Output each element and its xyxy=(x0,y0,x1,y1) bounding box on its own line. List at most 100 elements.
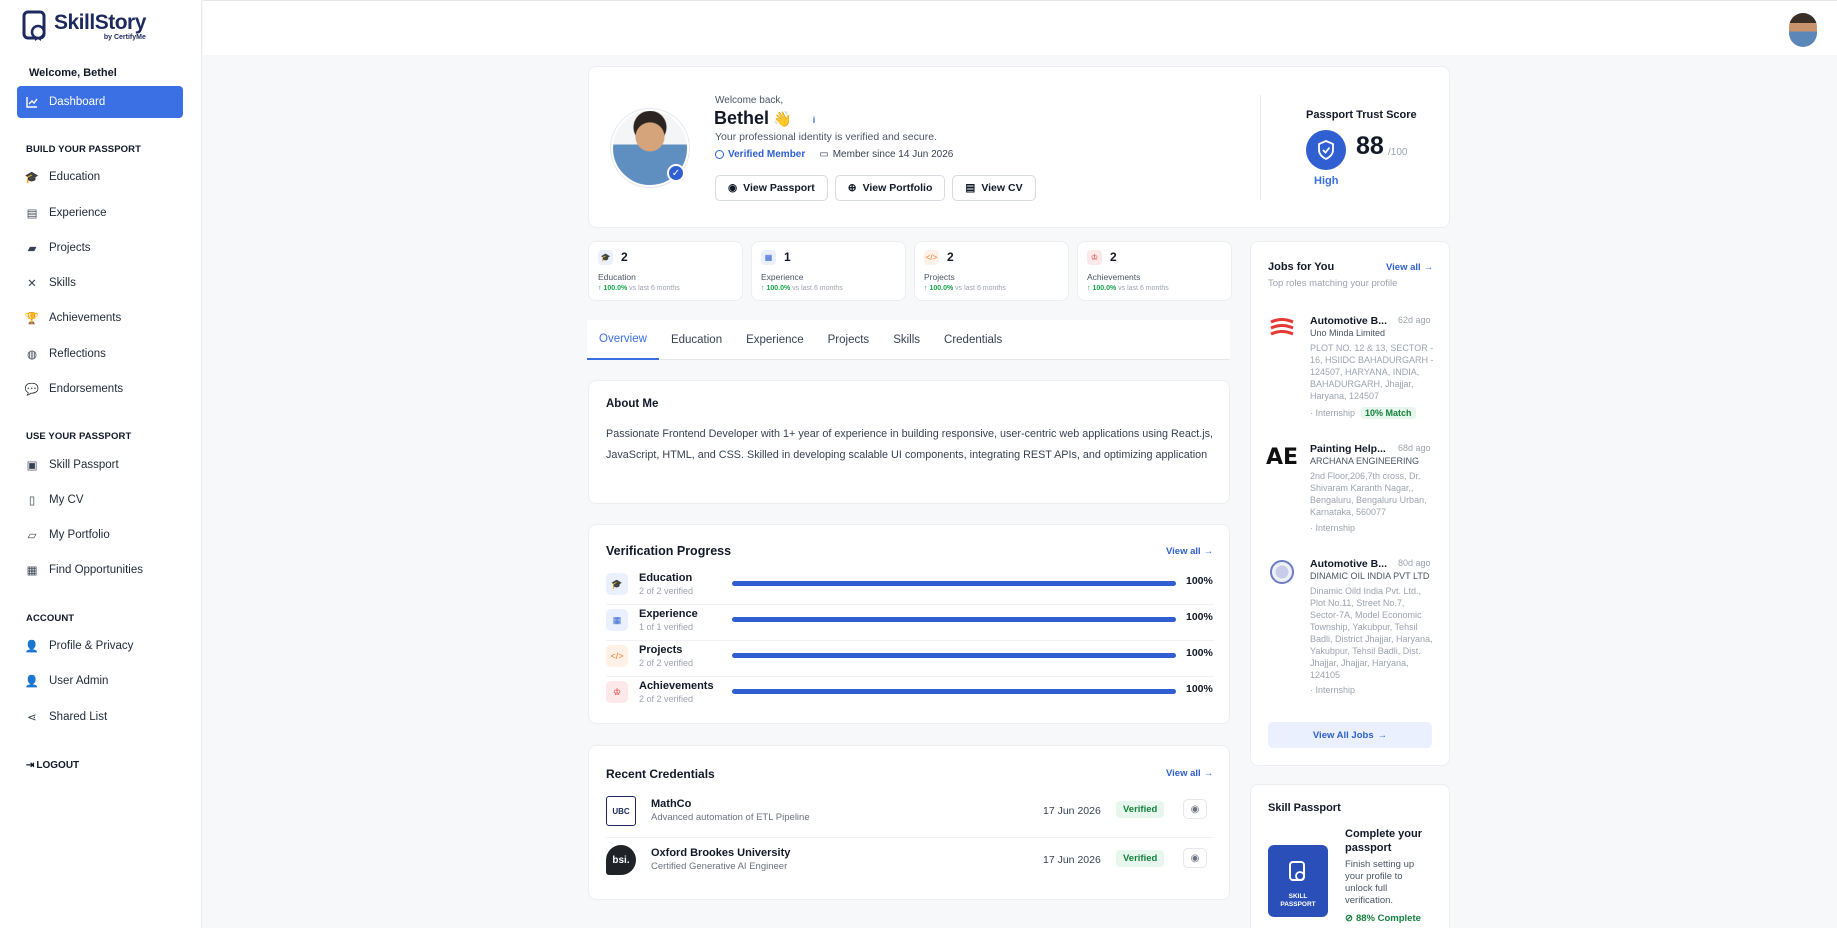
trust-level: High xyxy=(1314,175,1339,187)
verification-view-all[interactable]: View all → xyxy=(1166,546,1213,557)
stat-label: Education xyxy=(598,272,636,282)
nav-find-opportunities[interactable]: ▦ Find Opportunities xyxy=(17,554,183,586)
credential-name: Oxford Brookes University xyxy=(651,847,791,859)
verified-label: Verified Member xyxy=(728,149,806,160)
stat-trend: ↑ 100.0% vs last 6 months xyxy=(924,285,1006,292)
view-all-jobs-button[interactable]: View All Jobs → xyxy=(1268,722,1432,748)
file-icon: ▯ xyxy=(28,495,36,507)
info-icon[interactable]: i xyxy=(808,114,820,126)
job-title: Painting Help... xyxy=(1310,443,1386,455)
share-icon: ⋖ xyxy=(27,712,37,724)
nav-label: Find Opportunities xyxy=(49,564,143,576)
stat-trend: ↑ 100.0% vs last 6 months xyxy=(598,285,680,292)
profile-meta: Verified Member ▭ Member since 14 Jun 202… xyxy=(715,149,953,160)
btn-label: View All Jobs xyxy=(1312,729,1374,741)
wave-icon: 👋 xyxy=(773,110,792,128)
job-age: 68d ago xyxy=(1398,443,1431,453)
briefcase-icon: ▦ xyxy=(761,250,776,265)
nav-shared-list[interactable]: ⋖ Shared List xyxy=(17,701,183,733)
nav-projects[interactable]: ▰ Projects xyxy=(17,232,183,264)
logo[interactable]: SkillStory by CertifyMe xyxy=(22,10,146,42)
nav-reflections[interactable]: ◍ Reflections xyxy=(17,338,183,370)
credential-row[interactable]: bsi. Oxford Brookes University Certified… xyxy=(606,839,1214,887)
trophy-icon: 🏆 xyxy=(24,313,40,325)
verification-card: Verification Progress View all → 🎓 Educat… xyxy=(588,524,1230,724)
nav-endorsements[interactable]: 💬 Endorsements xyxy=(17,373,183,405)
nav-experience[interactable]: ▤ Experience xyxy=(17,197,183,229)
tab-education[interactable]: Education xyxy=(659,320,734,360)
graduation-cap-icon: 🎓 xyxy=(606,573,628,595)
member-since: ▭ Member since 14 Jun 2026 xyxy=(819,149,953,160)
section-use: USE YOUR PASSPORT xyxy=(26,431,132,442)
jobs-card: Jobs for You View all → Top roles matchin… xyxy=(1250,241,1450,766)
logout-button[interactable]: ⇥ LOGOUT xyxy=(26,760,79,771)
job-company: ARCHANA ENGINEERING xyxy=(1310,456,1420,466)
job-item[interactable]: Automotive B... 80d ago DINAMIC OIL INDI… xyxy=(1268,558,1436,698)
arrow-right-icon: → xyxy=(1203,768,1214,779)
view-portfolio-button[interactable]: ⊕ View Portfolio xyxy=(834,175,946,201)
tab-overview[interactable]: Overview xyxy=(587,320,659,360)
nav-achievements[interactable]: 🏆 Achievements xyxy=(17,302,183,334)
nav-my-portfolio[interactable]: ▱ My Portfolio xyxy=(17,519,183,551)
stat-num: 2 xyxy=(621,250,628,264)
stat-label: Achievements xyxy=(1087,272,1141,282)
passport-pct: 88% Complete xyxy=(1355,913,1421,924)
section-build: BUILD YOUR PASSPORT xyxy=(26,144,142,155)
vrow-name: Education xyxy=(639,572,693,584)
globe-icon: ⊕ xyxy=(847,182,857,194)
nav-label: My Portfolio xyxy=(49,529,110,541)
passport-card-image[interactable]: SKILL PASSPORT xyxy=(1268,845,1328,917)
vrow-name: Experience xyxy=(639,608,698,620)
credential-row[interactable]: UBC MathCo Advanced automation of ETL Pi… xyxy=(606,790,1214,838)
status-badge: Verified xyxy=(1116,850,1165,867)
view-passport-button[interactable]: ◉ View Passport xyxy=(715,175,828,201)
welcome-back: Welcome back, xyxy=(715,95,784,106)
jobs-title: Jobs for You xyxy=(1268,261,1335,273)
credentials-view-all[interactable]: View all → xyxy=(1166,768,1213,779)
stat-achievements[interactable]: ♔ 2 Achievements ↑ 100.0% vs last 6 mont… xyxy=(1077,241,1232,301)
eye-icon[interactable]: ◉ xyxy=(1183,799,1207,819)
tab-skills[interactable]: Skills xyxy=(881,320,932,360)
trophy-icon: ♔ xyxy=(606,681,628,703)
nav-label: Projects xyxy=(49,242,91,254)
nav-user-admin[interactable]: 👤 User Admin xyxy=(17,665,183,697)
stat-projects[interactable]: </> 2 Projects ↑ 100.0% vs last 6 months xyxy=(914,241,1069,301)
nav-dashboard[interactable]: Dashboard xyxy=(17,86,183,118)
stat-num: 2 xyxy=(1110,250,1117,264)
nav-my-cv[interactable]: ▯ My CV xyxy=(17,484,183,516)
jobs-view-all[interactable]: View all → xyxy=(1386,262,1433,273)
eye-icon[interactable]: ◉ xyxy=(1183,848,1207,868)
comments-icon: 💬 xyxy=(24,384,40,396)
job-tags: · Internship xyxy=(1310,523,1355,533)
passport-icon: ▣ xyxy=(26,460,38,472)
profile-hero-card: ✓ Welcome back, Bethel 👋 i Your professio… xyxy=(588,66,1450,228)
progress-bar xyxy=(732,689,1176,694)
nav-education[interactable]: 🎓 Education xyxy=(17,161,183,193)
stat-experience[interactable]: ▦ 1 Experience ↑ 100.0% vs last 6 months xyxy=(751,241,906,301)
nav-profile-privacy[interactable]: 👤 Profile & Privacy xyxy=(17,630,183,662)
job-item[interactable]: AE Painting Help... 68d ago ARCHANA ENGI… xyxy=(1265,443,1436,533)
logo-mark-icon xyxy=(22,10,46,41)
welcome-text: Welcome, Bethel xyxy=(29,67,117,79)
progress-fill xyxy=(732,581,1176,586)
document-icon: ▤ xyxy=(965,182,976,194)
credential-name: MathCo xyxy=(651,798,692,810)
about-title: About Me xyxy=(606,398,659,410)
passport-progress: ⊘ 88% Complete xyxy=(1345,913,1421,924)
tab-credentials[interactable]: Credentials xyxy=(932,320,1014,360)
code-icon: </> xyxy=(606,645,628,667)
vrow-sub: 2 of 2 verified xyxy=(639,694,694,704)
logout-label: LOGOUT xyxy=(36,760,80,771)
stat-education[interactable]: 🎓 2 Education ↑ 100.0% vs last 6 months xyxy=(588,241,743,301)
job-item[interactable]: Automotive B... 62d ago Uno Minda Limite… xyxy=(1268,315,1436,420)
company-logo: AE xyxy=(1265,444,1299,470)
tab-projects[interactable]: Projects xyxy=(816,320,882,360)
about-text: Passionate Frontend Developer with 1+ ye… xyxy=(606,428,1214,461)
nav-skill-passport[interactable]: ▣ Skill Passport xyxy=(17,449,183,481)
progress-bar xyxy=(732,581,1176,586)
user-avatar[interactable] xyxy=(1789,13,1817,47)
nav-skills[interactable]: ✕ Skills xyxy=(17,267,183,299)
arrow-up-icon: ↑ xyxy=(598,285,602,292)
tab-experience[interactable]: Experience xyxy=(734,320,816,360)
view-cv-button[interactable]: ▤ View CV xyxy=(952,175,1036,201)
